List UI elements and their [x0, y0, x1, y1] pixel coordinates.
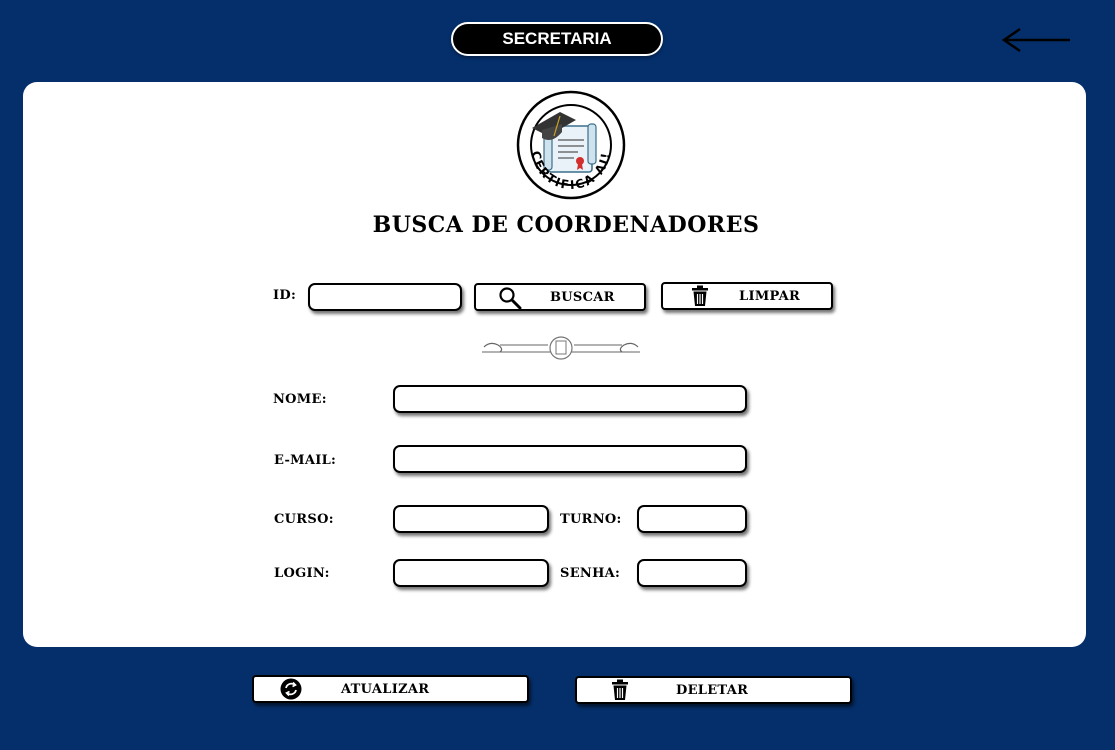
nome-input[interactable]	[393, 385, 747, 413]
trash-icon	[692, 285, 708, 306]
turno-label: TURNO:	[560, 512, 622, 527]
search-button[interactable]: BUSCAR	[474, 283, 646, 311]
update-button-label: ATUALIZAR	[341, 681, 430, 697]
senha-label: SENHA:	[560, 566, 621, 581]
login-input[interactable]	[393, 559, 549, 587]
email-label: E-MAIL:	[274, 453, 337, 468]
refresh-icon	[280, 678, 302, 700]
curso-input[interactable]	[393, 505, 549, 533]
clear-button-label: LIMPAR	[739, 288, 801, 304]
ornament-divider-icon	[482, 336, 640, 360]
search-button-label: BUSCAR	[550, 289, 615, 305]
delete-button-label: DELETAR	[676, 682, 749, 698]
nome-label: NOME:	[273, 392, 327, 407]
search-icon	[499, 287, 522, 310]
arrow-left-icon[interactable]	[1000, 26, 1072, 54]
id-input[interactable]	[308, 283, 462, 311]
turno-input[interactable]	[637, 505, 747, 533]
id-label: ID:	[273, 288, 297, 303]
senha-input[interactable]	[637, 559, 747, 587]
delete-button[interactable]: DELETAR	[575, 676, 852, 704]
email-input[interactable]	[393, 445, 747, 473]
trash-icon	[612, 679, 628, 700]
update-button[interactable]: ATUALIZAR	[252, 675, 529, 703]
clear-button[interactable]: LIMPAR	[661, 282, 833, 310]
login-label: LOGIN:	[274, 566, 330, 581]
curso-label: CURSO:	[274, 512, 334, 527]
certificate-logo: CERTIFICA AI!	[516, 90, 626, 200]
page-title: BUSCA DE COORDENADORES	[372, 212, 760, 238]
page-header-title: SECRETARIA	[451, 22, 663, 56]
main-card: CERTIFICA AI! BUSCA DE COORDENADORES ID:…	[23, 82, 1086, 647]
